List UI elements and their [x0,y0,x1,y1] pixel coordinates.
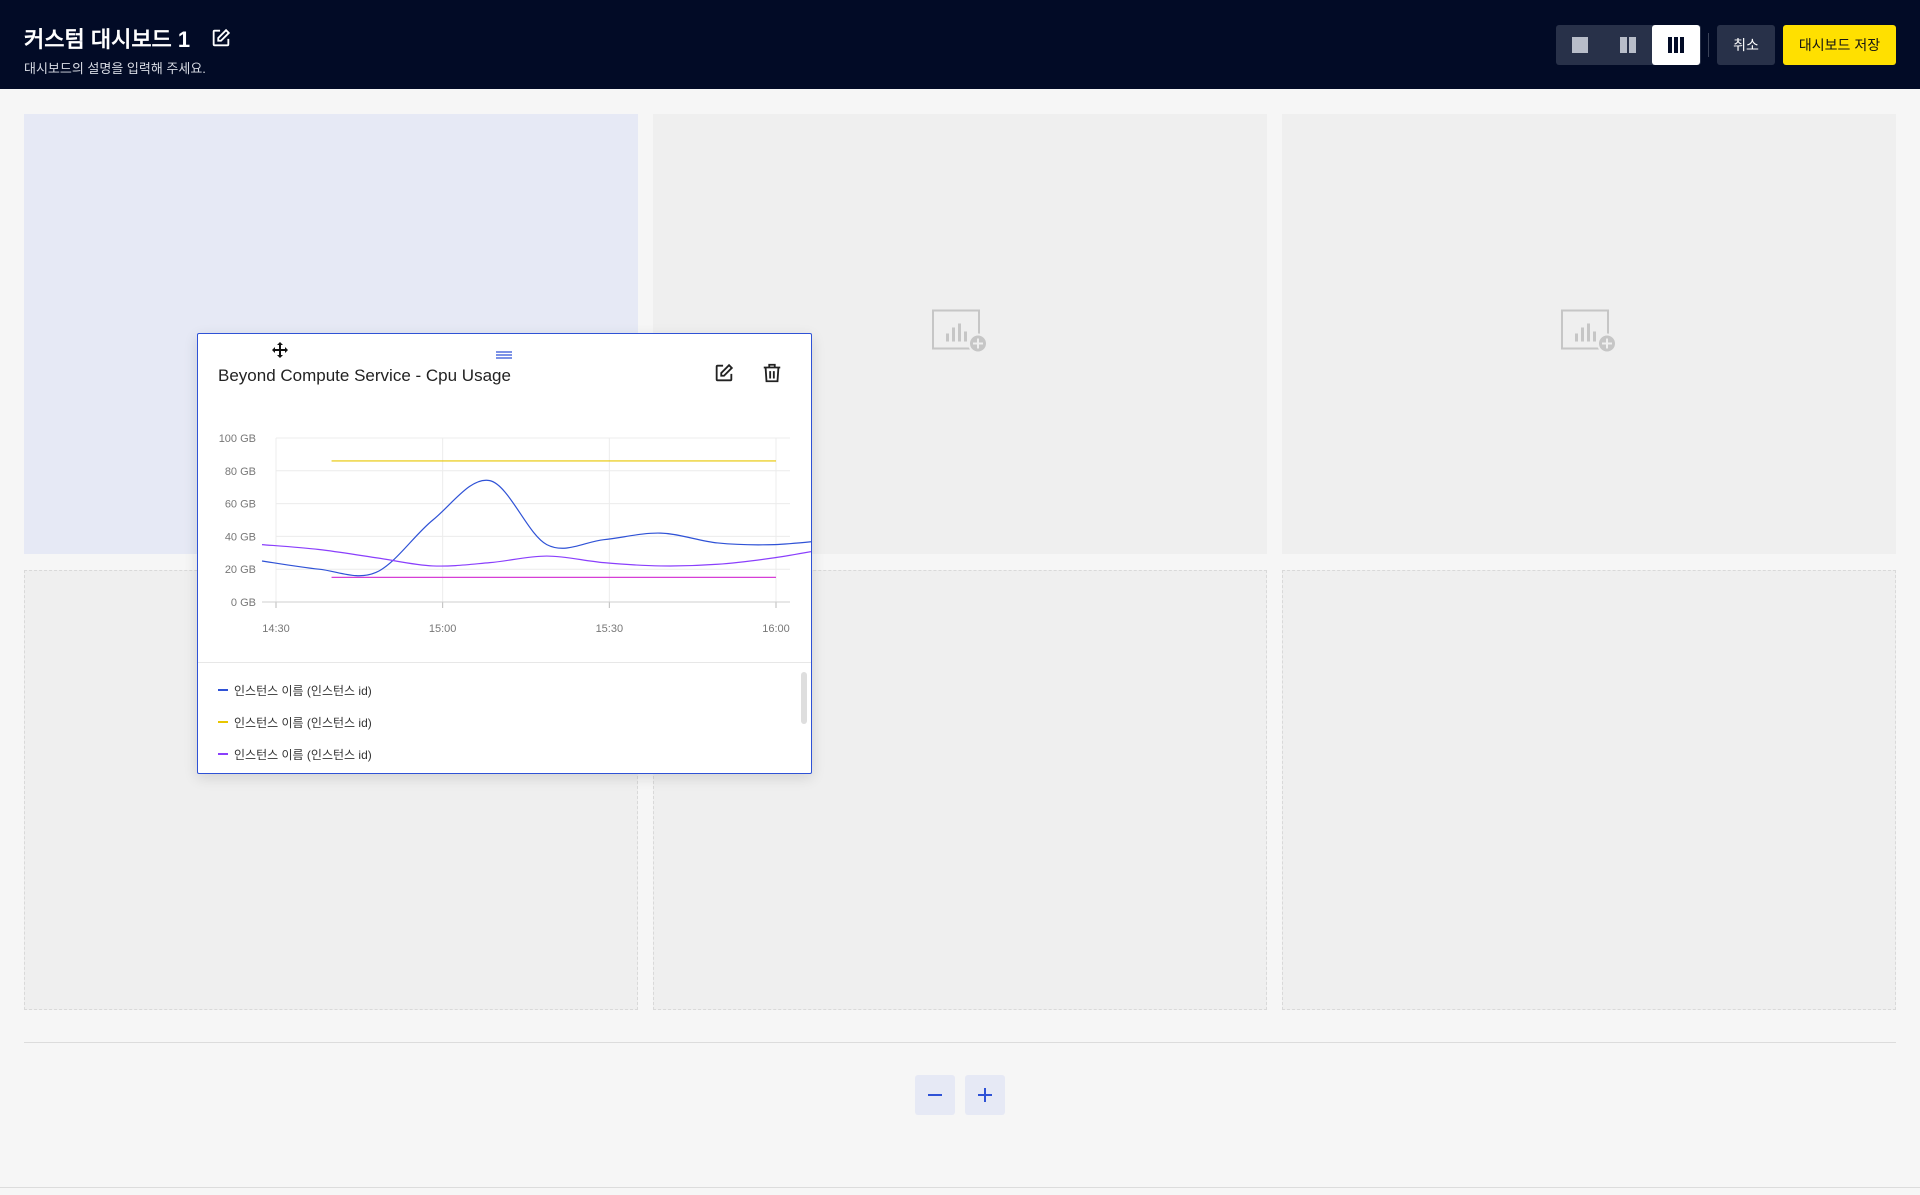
legend-swatch [218,721,228,723]
add-chart-icon[interactable] [1561,309,1617,359]
x-tick-label: 16:00 [762,623,790,635]
legend-divider [198,662,811,663]
drag-handle-icon[interactable] [496,346,512,364]
remove-row-button[interactable] [915,1075,955,1115]
two-column-icon [1620,37,1636,53]
empty-slot-3[interactable] [1282,114,1896,554]
three-column-icon [1668,37,1684,53]
y-tick-label: 40 GB [225,531,256,543]
cpu-usage-line-chart: 100 GB 80 GB 60 GB 40 GB 20 GB 0 GB 14:30 15:00… [219,433,811,635]
legend-swatch [218,753,228,755]
x-tick-label: 15:00 [429,623,457,635]
add-row-button[interactable] [965,1075,1005,1115]
dashboard-description[interactable]: 대시보드의 설명을 입력해 주세요. [24,58,206,77]
layout-1-column-button[interactable] [1556,25,1604,65]
y-tick-label: 80 GB [225,466,256,478]
add-chart-icon[interactable] [932,309,988,359]
plus-icon [978,1088,992,1102]
legend-label: 인스턴스 이름 (인스턴스 id) [234,683,372,698]
footer-line [0,1187,1920,1188]
chart-widget[interactable]: Beyond Compute Service - Cpu Usage 100 G… [197,333,812,774]
y-tick-label: 0 GB [231,597,256,609]
empty-slot-6[interactable] [1282,570,1896,1010]
x-tick-label: 14:30 [262,623,290,635]
single-column-icon [1572,37,1588,53]
legend-label: 인스턴스 이름 (인스턴스 id) [234,747,372,762]
series-line-3 [261,544,811,567]
widget-title: Beyond Compute Service - Cpu Usage [218,366,511,385]
legend-item[interactable]: 인스턴스 이름 (인스턴스 id) [218,738,372,770]
edit-title-icon[interactable] [210,27,232,49]
layout-3-column-button[interactable] [1652,25,1700,65]
layout-toggle-group [1556,25,1701,65]
legend-item[interactable]: 인스턴스 이름 (인스턴스 id) [218,706,372,738]
move-icon[interactable] [272,342,288,363]
series-line-1 [261,479,811,577]
dashboard-header: 커스텀 대시보드 1 대시보드의 설명을 입력해 주세요. 취소 대시보드 저장 [0,0,1920,89]
dashboard-title-row: 커스텀 대시보드 1 [24,22,232,54]
y-tick-label: 100 GB [219,433,256,445]
legend-scrollbar[interactable] [801,672,807,724]
y-tick-label: 20 GB [225,564,256,576]
x-tick-label: 15:30 [596,623,624,635]
grid-divider [24,1042,1896,1043]
legend-swatch [218,689,228,691]
edit-widget-icon[interactable] [713,362,735,389]
legend-label: 인스턴스 이름 (인스턴스 id) [234,715,372,730]
chart-legend: 인스턴스 이름 (인스턴스 id) 인스턴스 이름 (인스턴스 id) 인스턴스 이… [218,674,372,770]
header-separator [1708,33,1709,57]
layout-2-column-button[interactable] [1604,25,1652,65]
save-dashboard-button[interactable]: 대시보드 저장 [1783,25,1896,65]
minus-icon [928,1094,942,1096]
delete-widget-icon[interactable] [761,362,783,389]
dashboard-title: 커스텀 대시보드 1 [24,27,191,52]
y-tick-label: 60 GB [225,499,256,511]
cancel-button[interactable]: 취소 [1717,25,1775,65]
legend-item[interactable]: 인스턴스 이름 (인스턴스 id) [218,674,372,706]
